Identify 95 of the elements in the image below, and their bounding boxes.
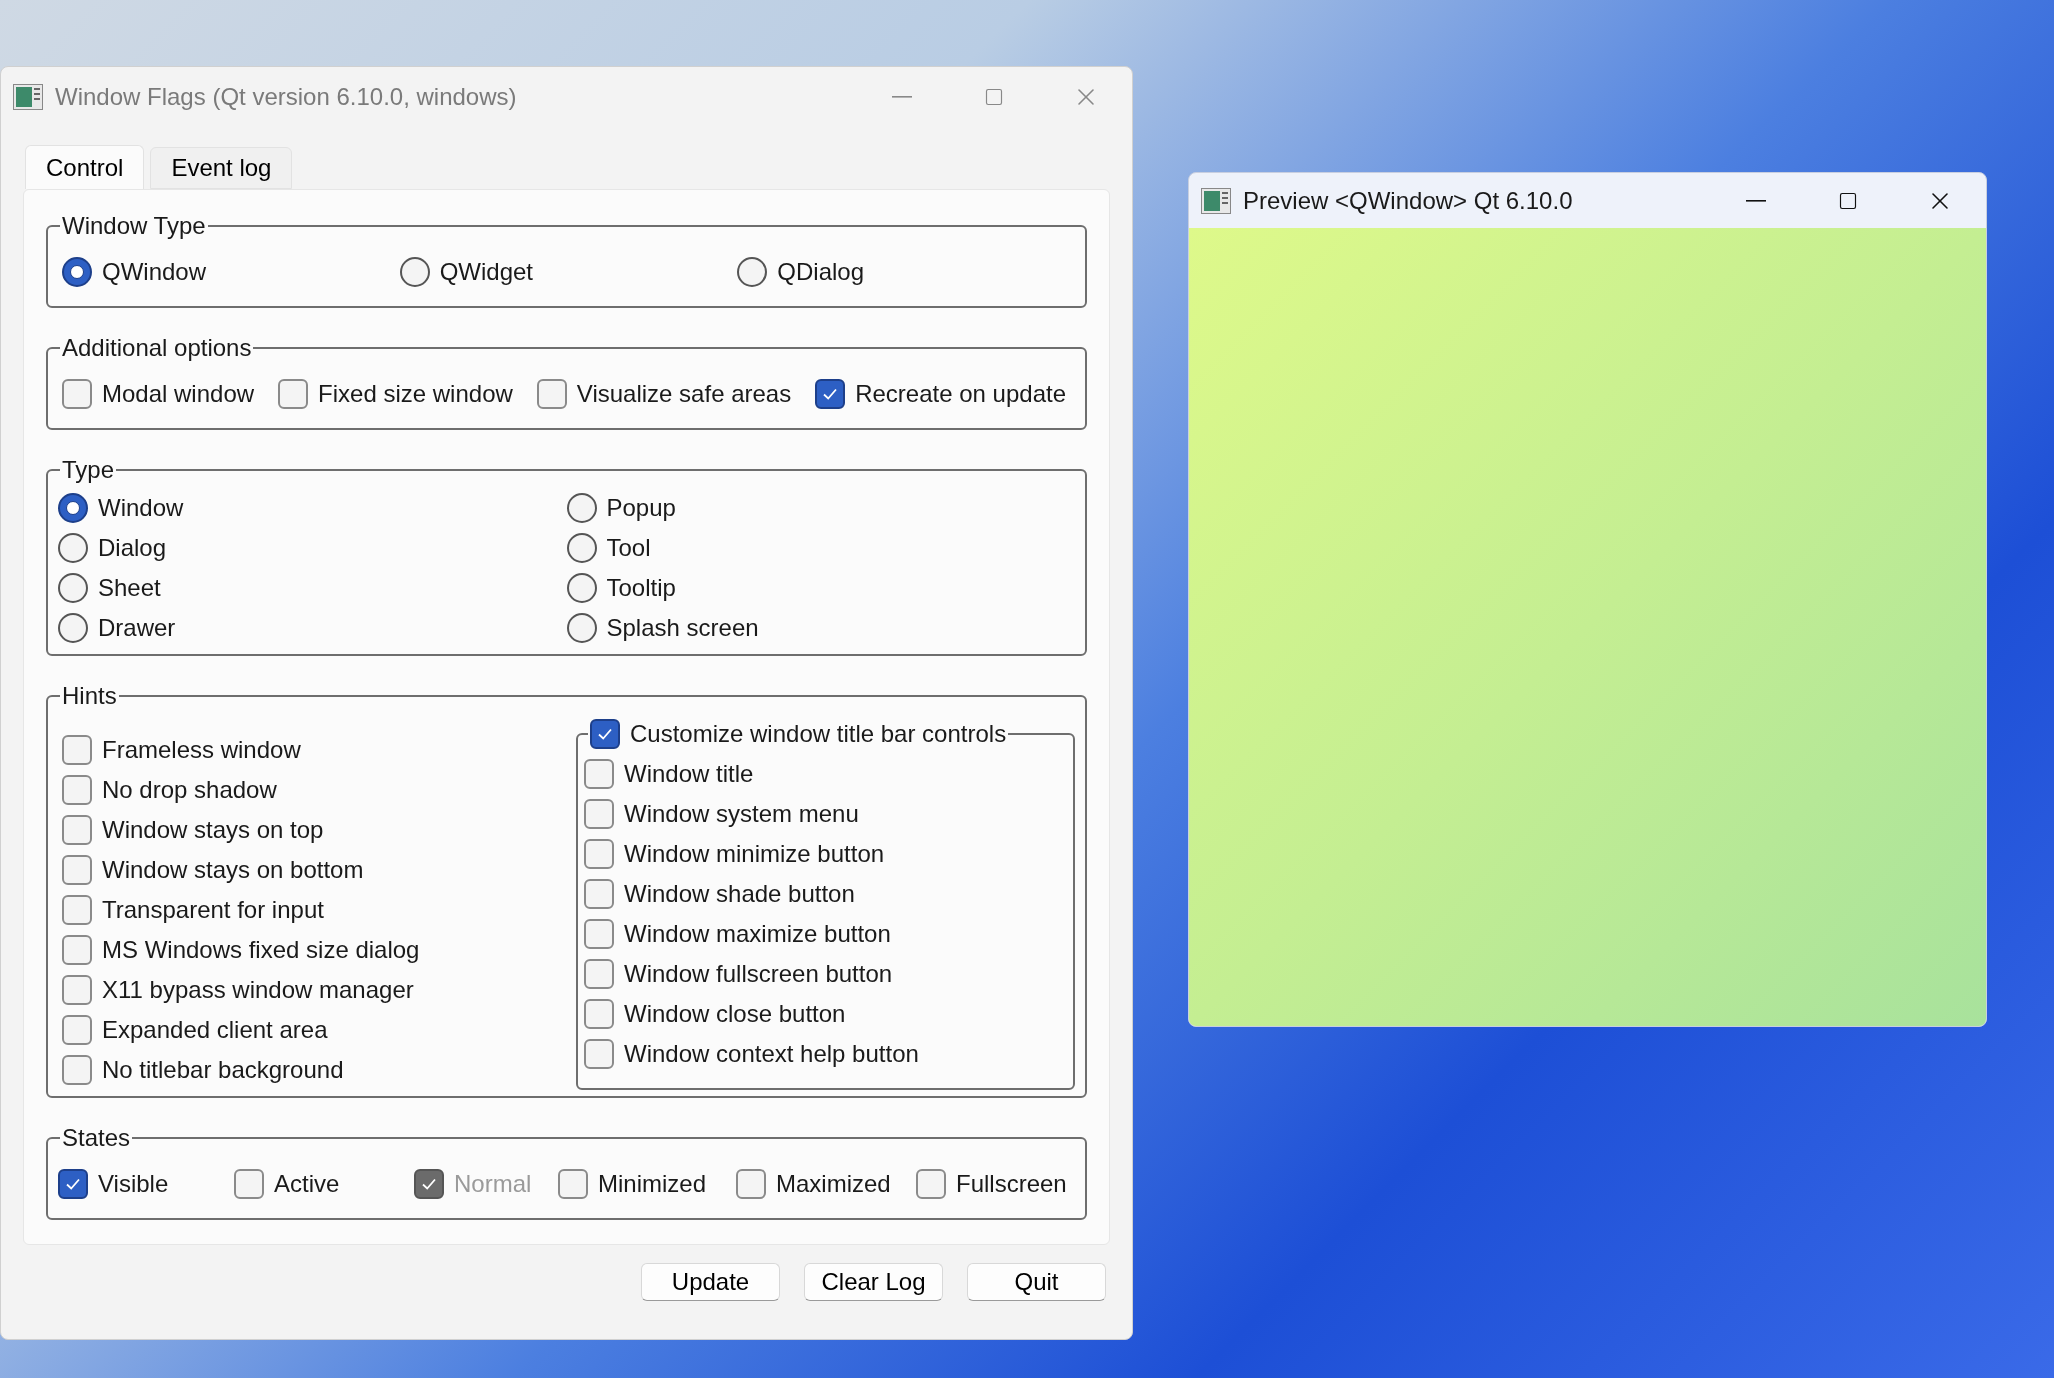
checkbox-label: Expanded client area (102, 1015, 328, 1045)
group-title: Window Type (61, 211, 207, 241)
radio-button[interactable] (58, 533, 88, 563)
radio-label: Sheet (98, 573, 161, 603)
radio-button[interactable] (58, 493, 88, 523)
checkbox[interactable] (62, 735, 92, 765)
checkbox-label: Minimized (598, 1169, 707, 1199)
checkbox[interactable] (62, 815, 92, 845)
tab[interactable]: Control (25, 145, 145, 189)
maximize-icon (1838, 190, 1858, 211)
checkbox-label: Visualize safe areas (576, 379, 792, 409)
checkbox[interactable] (815, 379, 846, 409)
checkbox-label: Window fullscreen button (624, 959, 893, 989)
radio-button[interactable] (58, 573, 88, 603)
tab[interactable]: Event log (150, 147, 293, 189)
checkbox-label: No titlebar background (102, 1055, 344, 1085)
radio-label: Splash screen (606, 613, 759, 643)
checkbox-label: Window stays on bottom (102, 855, 364, 885)
minimize-icon (892, 96, 912, 98)
checkbox-label: Window system menu (624, 799, 859, 829)
checkbox[interactable] (536, 379, 567, 409)
checkbox[interactable] (58, 1169, 88, 1199)
checkbox-label: Active (274, 1169, 340, 1199)
group-title: Additional options (61, 333, 253, 363)
push-button[interactable]: Clear Log (804, 1263, 943, 1301)
checkbox[interactable] (558, 1169, 588, 1199)
radio-button[interactable] (62, 257, 92, 287)
push-button[interactable]: Quit (967, 1263, 1106, 1301)
checkbox[interactable] (62, 975, 92, 1005)
radio-label: QDialog (777, 257, 865, 287)
checkbox[interactable] (62, 775, 92, 805)
checkbox[interactable] (584, 759, 614, 789)
checkbox-label: Window title (624, 759, 754, 789)
checkbox-label: X11 bypass window manager (102, 975, 414, 1005)
window-title: Window Flags (Qt version 6.10.0, windows) (55, 82, 517, 112)
checkbox-label: Fullscreen (956, 1169, 1067, 1199)
checkbox-label: Fixed size window (318, 379, 513, 409)
checkbox[interactable] (584, 1039, 614, 1069)
window-title: Preview <QWindow> Qt 6.10.0 (1243, 185, 1573, 216)
checkbox[interactable] (584, 799, 614, 829)
radio-label: Drawer (98, 613, 176, 643)
app-icon (1201, 187, 1231, 214)
checkbox-label: Window close button (624, 999, 846, 1029)
checkbox[interactable] (584, 999, 614, 1029)
checkbox-label: Frameless window (102, 735, 301, 765)
checkbox[interactable] (584, 919, 614, 949)
checkbox[interactable] (590, 719, 620, 749)
checkbox[interactable] (736, 1169, 766, 1199)
radio-label: QWidget (439, 257, 534, 287)
radio-button[interactable] (566, 573, 597, 603)
radio-label: Popup (606, 493, 676, 523)
checkbox[interactable] (62, 935, 92, 965)
checkbox[interactable] (62, 895, 92, 925)
radio-label: QWindow (102, 257, 207, 287)
minimize-icon (1746, 199, 1766, 202)
checkbox-label: Transparent for input (102, 895, 324, 925)
radio-label: Window (98, 493, 184, 523)
radio-label: Dialog (98, 533, 167, 563)
app-icon (13, 84, 43, 110)
push-button[interactable]: Update (641, 1263, 780, 1301)
checkbox-label: Normal (454, 1169, 532, 1199)
radio-button[interactable] (566, 493, 597, 523)
checkbox[interactable] (916, 1169, 946, 1199)
radio-label: Tool (606, 533, 651, 563)
checkbox-label: Recreate on update (855, 379, 1066, 409)
checkbox[interactable] (62, 1015, 92, 1045)
group-title: Type (61, 455, 116, 485)
group-title: States (61, 1123, 132, 1153)
checkbox-label: Visible (98, 1169, 169, 1199)
radio-button[interactable] (566, 533, 597, 563)
radio-label: Tooltip (606, 573, 676, 603)
checkbox-label: Window stays on top (102, 815, 324, 845)
maximize-icon (984, 87, 1004, 107)
radio-button[interactable] (737, 257, 768, 287)
checkbox[interactable] (62, 379, 92, 409)
checkbox[interactable] (234, 1169, 264, 1199)
checkbox-label: Window context help button (624, 1039, 919, 1069)
checkbox[interactable] (584, 879, 614, 909)
group-title: Hints (61, 681, 118, 711)
radio-button[interactable] (58, 613, 88, 643)
checkbox-label: No drop shadow (102, 775, 277, 805)
radio-button[interactable] (566, 613, 597, 643)
checkbox-label: Modal window (102, 379, 255, 409)
checkbox-label: Window minimize button (624, 839, 885, 869)
checkbox-label: Maximized (776, 1169, 891, 1199)
checkbox-label: Window maximize button (624, 919, 891, 949)
checkbox-label: Customize window title bar controls (630, 719, 1007, 749)
checkbox[interactable] (62, 855, 92, 885)
checkbox[interactable] (584, 959, 614, 989)
checkbox[interactable] (584, 839, 614, 869)
checkbox-label: MS Windows fixed size dialog (102, 935, 420, 965)
checkbox[interactable] (62, 1055, 92, 1085)
checkbox[interactable] (278, 379, 309, 409)
checkbox-label: Window shade button (624, 879, 855, 909)
radio-button[interactable] (399, 257, 430, 287)
